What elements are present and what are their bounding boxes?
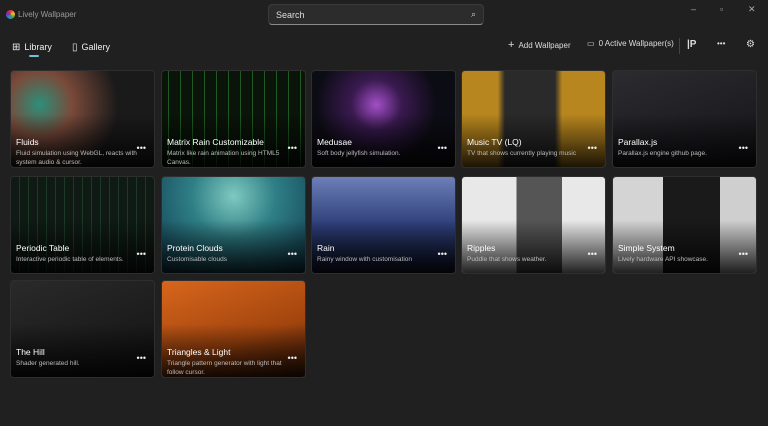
plus-icon: +	[508, 39, 514, 51]
tab-library[interactable]: ⊞ Library	[12, 38, 52, 56]
card-title: Music TV (LQ)	[467, 137, 522, 147]
card-title: The Hill	[16, 347, 45, 357]
card-more-button[interactable]: •••	[288, 353, 297, 363]
card-description: Fluid simulation using WebGL, reacts wit…	[16, 149, 138, 167]
tab-gallery[interactable]: ▯ Gallery	[72, 38, 110, 56]
card-more-button[interactable]: •••	[739, 143, 748, 153]
active-wallpapers-label: 0 Active Wallpaper(s)	[599, 39, 674, 48]
card-more-button[interactable]: •••	[588, 249, 597, 259]
minimize-button[interactable]: –	[691, 4, 696, 14]
card-title: Parallax.js	[618, 137, 657, 147]
wallpaper-card[interactable]: The Hill Shader generated hill. •••	[10, 280, 155, 378]
card-title: Triangles & Light	[167, 347, 230, 357]
card-description: Parallax.js engine github page.	[618, 149, 740, 158]
card-title: Ripples	[467, 243, 495, 253]
card-more-button[interactable]: •••	[137, 143, 146, 153]
maximize-button[interactable]: ▫	[720, 4, 723, 14]
wallpaper-card[interactable]: Ripples Puddle that shows weather. •••	[461, 176, 606, 274]
title-bar: Lively Wallpaper Search ⌕ – ▫ ✕	[0, 0, 768, 30]
card-more-button[interactable]: •••	[438, 143, 447, 153]
card-description: Triangle pattern generator with light th…	[167, 359, 289, 377]
wallpaper-card[interactable]: Periodic Table Interactive periodic tabl…	[10, 176, 155, 274]
monitor-icon: ▭	[587, 39, 595, 48]
active-tab-indicator	[29, 55, 39, 57]
card-title: Periodic Table	[16, 243, 69, 253]
card-description: Interactive periodic table of elements.	[16, 255, 138, 264]
wallpaper-card[interactable]: Simple System Lively hardware API showca…	[612, 176, 757, 274]
search-icon[interactable]: ⌕	[471, 9, 476, 20]
wallpaper-card[interactable]: Fluids Fluid simulation using WebGL, rea…	[10, 70, 155, 168]
card-description: Shader generated hill.	[16, 359, 138, 368]
close-button[interactable]: ✕	[748, 4, 756, 15]
more-button[interactable]: •••	[717, 39, 725, 48]
patreon-icon[interactable]: |P	[687, 39, 696, 50]
wallpaper-card[interactable]: Triangles & Light Triangle pattern gener…	[161, 280, 306, 378]
gallery-icon: ▯	[72, 42, 78, 53]
search-input[interactable]: Search ⌕	[268, 4, 484, 25]
card-description: TV that shows currently playing music	[467, 149, 589, 158]
card-title: Rain	[317, 243, 334, 253]
active-wallpapers-button[interactable]: ▭ 0 Active Wallpaper(s)	[587, 39, 674, 48]
card-more-button[interactable]: •••	[288, 143, 297, 153]
wallpaper-card[interactable]: Parallax.js Parallax.js engine github pa…	[612, 70, 757, 168]
wallpaper-card[interactable]: Protein Clouds Customisable clouds •••	[161, 176, 306, 274]
card-description: Matrix like rain animation using HTML5 C…	[167, 149, 289, 167]
card-title: Matrix Rain Customizable	[167, 137, 264, 147]
settings-icon[interactable]: ⚙	[746, 39, 755, 50]
wallpaper-card[interactable]: Matrix Rain Customizable Matrix like rai…	[161, 70, 306, 168]
wallpaper-card[interactable]: Medusae Soft body jellyfish simulation. …	[311, 70, 456, 168]
search-placeholder: Search	[276, 10, 305, 20]
card-more-button[interactable]: •••	[438, 249, 447, 259]
grid-icon: ⊞	[12, 42, 20, 53]
card-description: Lively hardware API showcase.	[618, 255, 740, 264]
add-wallpaper-label: Add Wallpaper	[518, 41, 570, 50]
card-more-button[interactable]: •••	[137, 249, 146, 259]
card-title: Simple System	[618, 243, 675, 253]
card-more-button[interactable]: •••	[288, 249, 297, 259]
card-description: Customisable clouds	[167, 255, 289, 264]
wallpaper-card[interactable]: Rain Rainy window with customisation •••	[311, 176, 456, 274]
divider	[679, 38, 680, 54]
card-more-button[interactable]: •••	[739, 249, 748, 259]
card-description: Puddle that shows weather.	[467, 255, 589, 264]
card-title: Protein Clouds	[167, 243, 223, 253]
card-title: Fluids	[16, 137, 39, 147]
card-title: Medusae	[317, 137, 352, 147]
card-more-button[interactable]: •••	[588, 143, 597, 153]
tab-library-label: Library	[24, 42, 52, 52]
card-description: Soft body jellyfish simulation.	[317, 149, 439, 158]
app-logo-icon	[6, 10, 15, 19]
app-title: Lively Wallpaper	[18, 10, 76, 19]
wallpaper-card[interactable]: Music TV (LQ) TV that shows currently pl…	[461, 70, 606, 168]
add-wallpaper-button[interactable]: + Add Wallpaper	[508, 39, 571, 51]
card-description: Rainy window with customisation	[317, 255, 439, 264]
card-more-button[interactable]: •••	[137, 353, 146, 363]
tab-gallery-label: Gallery	[82, 42, 111, 52]
